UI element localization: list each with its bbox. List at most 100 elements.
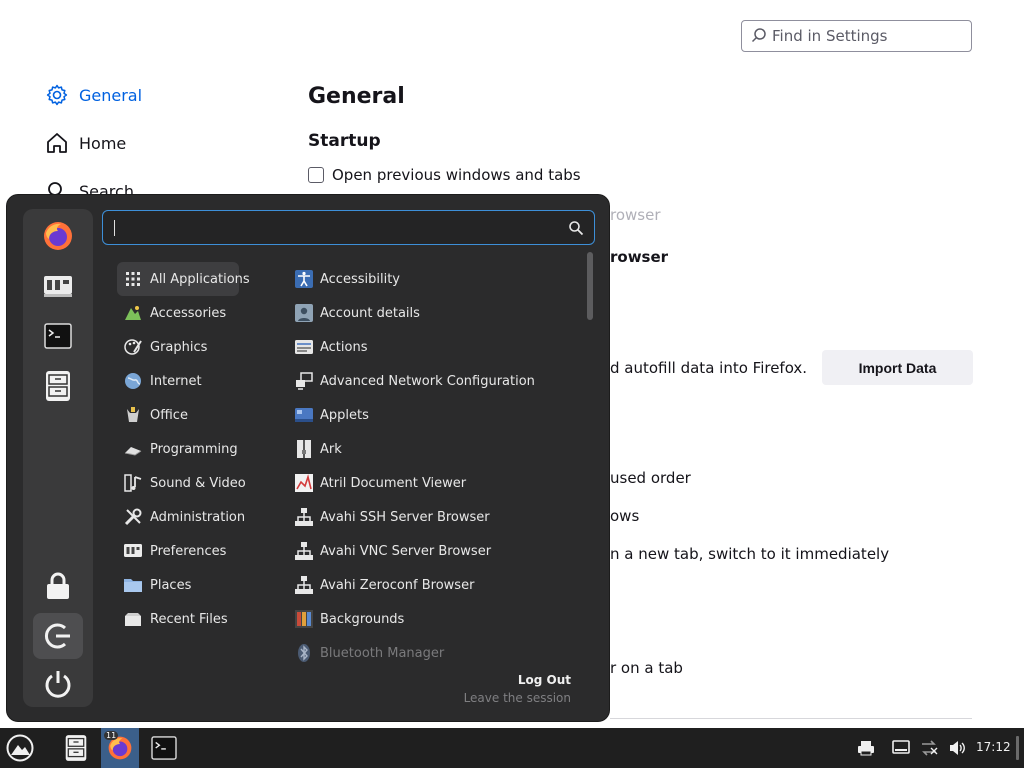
file-cabinet-icon xyxy=(46,371,70,401)
taskbar-file-manager[interactable] xyxy=(58,728,94,768)
actions-icon xyxy=(295,340,313,354)
log-out-button[interactable] xyxy=(33,613,83,659)
search-icon xyxy=(569,221,584,236)
document-viewer-icon xyxy=(295,474,313,492)
category-label: Sound & Video xyxy=(150,475,246,491)
category-label: All Applications xyxy=(150,271,250,287)
logout-icon xyxy=(45,623,70,649)
preferences-icon xyxy=(124,544,142,557)
page-title: General xyxy=(308,84,405,109)
category-places[interactable]: Places xyxy=(117,568,239,602)
category-label: Programming xyxy=(150,441,238,457)
recent-icon xyxy=(125,613,141,626)
app-search-input[interactable] xyxy=(102,210,595,245)
app-ark[interactable]: Ark xyxy=(289,432,579,466)
category-label: Accessories xyxy=(150,305,227,321)
sidebar-item-general[interactable]: General xyxy=(45,83,142,107)
startup-heading: Startup xyxy=(308,131,381,151)
tools-icon xyxy=(124,508,142,526)
display-icon[interactable] xyxy=(892,739,910,757)
app-account-details[interactable]: Account details xyxy=(289,296,579,330)
logout-tooltip-subtitle: Leave the session xyxy=(463,691,571,705)
application-menu: All Applications Accessories Graphics In… xyxy=(6,194,610,722)
favorite-firefox[interactable] xyxy=(33,213,83,259)
category-accessories[interactable]: Accessories xyxy=(117,296,239,330)
graphics-icon xyxy=(124,339,142,355)
app-avahi-vnc-server-browser[interactable]: Avahi VNC Server Browser xyxy=(289,534,579,568)
category-administration[interactable]: Administration xyxy=(117,500,245,534)
category-sound-video[interactable]: Sound & Video xyxy=(117,466,246,500)
default-browser-text-faded: rowser xyxy=(610,206,661,224)
lock-screen-button[interactable] xyxy=(33,563,83,609)
app-menu-button[interactable] xyxy=(0,728,40,768)
category-all-applications[interactable]: All Applications xyxy=(117,262,250,296)
category-internet[interactable]: Internet xyxy=(117,364,239,398)
category-graphics[interactable]: Graphics xyxy=(117,330,239,364)
show-desktop-button[interactable] xyxy=(1016,736,1019,760)
category-label: Recent Files xyxy=(150,611,228,627)
gear-icon xyxy=(46,84,68,106)
app-actions[interactable]: Actions xyxy=(289,330,579,364)
bluetooth-icon xyxy=(298,644,310,662)
app-label: Bluetooth Manager xyxy=(320,645,445,661)
application-list: Accessibility Account details Actions Ad… xyxy=(289,262,579,670)
category-label: Preferences xyxy=(150,543,227,559)
app-label: Ark xyxy=(320,441,342,457)
settings-manager-icon xyxy=(44,276,72,297)
category-preferences[interactable]: Preferences xyxy=(117,534,239,568)
search-icon xyxy=(751,28,766,43)
network-tree-icon xyxy=(295,542,313,560)
favorite-file-manager[interactable] xyxy=(33,363,83,409)
category-label: Internet xyxy=(150,373,202,389)
tab-hover-option-text: r on a tab xyxy=(610,659,683,677)
lock-icon xyxy=(47,572,69,599)
category-label: Places xyxy=(150,577,192,593)
shutdown-button[interactable] xyxy=(33,661,83,707)
printer-icon[interactable] xyxy=(857,739,875,757)
terminal-icon xyxy=(151,736,177,760)
category-label: Graphics xyxy=(150,339,208,355)
app-advanced-network-configuration[interactable]: Advanced Network Configuration xyxy=(289,364,579,398)
open-previous-label: Open previous windows and tabs xyxy=(332,166,581,184)
archive-icon xyxy=(297,440,311,458)
user-icon xyxy=(295,304,313,322)
app-atril-document-viewer[interactable]: Atril Document Viewer xyxy=(289,466,579,500)
category-office[interactable]: Office xyxy=(117,398,239,432)
firefox-icon xyxy=(44,222,72,250)
file-cabinet-icon xyxy=(65,735,87,761)
office-icon xyxy=(127,407,139,422)
app-bluetooth-manager[interactable]: Bluetooth Manager xyxy=(289,636,579,670)
app-list-scrollbar[interactable] xyxy=(587,252,593,320)
open-previous-windows-option[interactable]: Open previous windows and tabs xyxy=(308,166,581,184)
category-recent-files[interactable]: Recent Files xyxy=(117,602,239,636)
app-applets[interactable]: Applets xyxy=(289,398,579,432)
network-tree-icon xyxy=(295,576,313,594)
import-data-button[interactable]: Import Data xyxy=(822,350,973,385)
terminal-icon xyxy=(44,323,72,349)
clock[interactable]: 17:12 xyxy=(976,740,1011,754)
taskbar-terminal[interactable] xyxy=(146,728,182,768)
favorite-terminal[interactable] xyxy=(33,313,83,359)
taskbar-firefox[interactable]: 11 xyxy=(101,728,139,768)
programming-icon xyxy=(124,447,142,456)
app-label: Accessibility xyxy=(320,271,400,287)
network-icon xyxy=(296,372,313,390)
app-label: Account details xyxy=(320,305,420,321)
grid-icon xyxy=(126,272,140,286)
favorite-settings-manager[interactable] xyxy=(33,263,83,309)
volume-icon[interactable] xyxy=(948,739,966,757)
category-programming[interactable]: Programming xyxy=(117,432,239,466)
app-avahi-zeroconf-browser[interactable]: Avahi Zeroconf Browser xyxy=(289,568,579,602)
app-accessibility[interactable]: Accessibility xyxy=(289,262,579,296)
find-in-settings-input[interactable]: Find in Settings xyxy=(741,20,972,52)
category-label: Office xyxy=(150,407,188,423)
network-disconnected-icon[interactable] xyxy=(920,739,938,757)
favorites-column xyxy=(23,209,93,707)
switch-tab-option-text: n a new tab, switch to it immediately xyxy=(610,545,890,563)
home-icon xyxy=(47,133,67,153)
app-avahi-ssh-server-browser[interactable]: Avahi SSH Server Browser xyxy=(289,500,579,534)
ctrl-tab-option-text: used order xyxy=(610,469,691,487)
open-previous-checkbox[interactable] xyxy=(308,167,324,183)
sidebar-item-home[interactable]: Home xyxy=(45,131,126,155)
app-backgrounds[interactable]: Backgrounds xyxy=(289,602,579,636)
